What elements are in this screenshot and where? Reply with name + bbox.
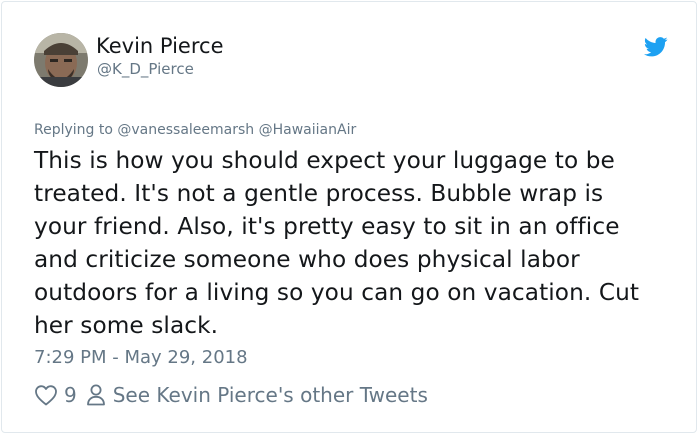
mention-link[interactable]: @vanessaleemarsh	[117, 122, 254, 138]
like-count: 9	[64, 383, 77, 407]
tweet-text-line: your friend. Also, it's pretty easy to s…	[34, 213, 620, 240]
avatar[interactable]	[34, 33, 88, 87]
reply-context: Replying to @vanessaleemarsh @HawaiianAi…	[34, 121, 356, 139]
tweet-timestamp[interactable]: 7:29 PM - May 29, 2018	[34, 346, 248, 370]
tweet-text-line: her some slack.	[34, 312, 219, 339]
heart-icon[interactable]	[34, 384, 58, 406]
reply-prefix: Replying to	[34, 122, 113, 138]
twitter-bird-icon[interactable]	[643, 36, 668, 58]
mention-link[interactable]: @HawaiianAir	[259, 122, 357, 138]
person-icon	[85, 383, 107, 407]
tweet-actions: 9 See Kevin Pierce's other Tweets	[34, 380, 428, 410]
tweet-text: This is how you should expect your lugga…	[34, 144, 674, 342]
tweet-text-line: treated. It's not a gentle process. Bubb…	[34, 180, 604, 207]
tweet-text-line: This is how you should expect your lugga…	[34, 147, 615, 174]
tweet-text-line: and criticize someone who does physical …	[34, 246, 580, 273]
tweet-card: Kevin Pierce @K_D_Pierce Replying to @va…	[1, 1, 697, 433]
other-tweets-link[interactable]: See Kevin Pierce's other Tweets	[113, 383, 428, 407]
display-name[interactable]: Kevin Pierce	[96, 32, 224, 60]
tweet-text-line: outdoors for a living so you can go on v…	[34, 279, 640, 306]
user-handle[interactable]: @K_D_Pierce	[97, 59, 194, 79]
